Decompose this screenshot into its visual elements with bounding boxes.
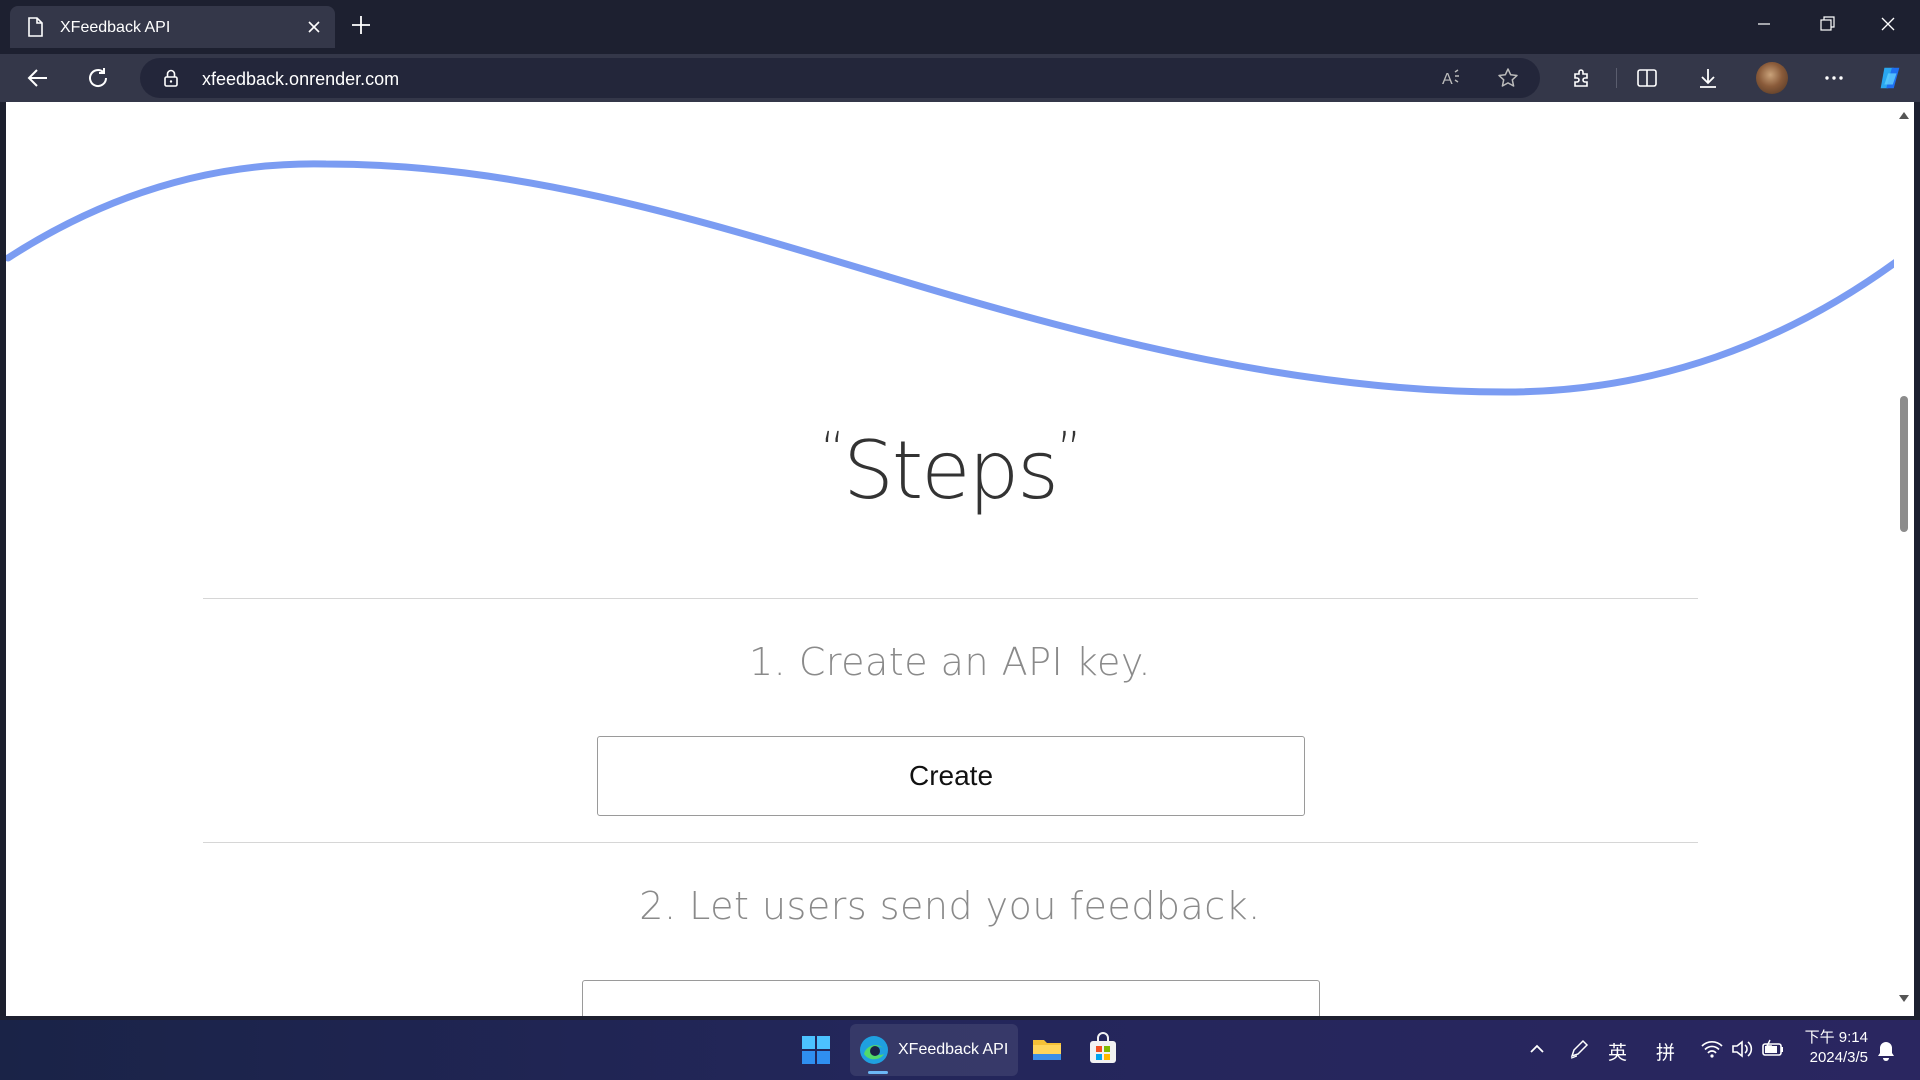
window-frame bbox=[1914, 102, 1920, 1016]
reload-icon[interactable] bbox=[84, 64, 112, 92]
url-text[interactable]: xfeedback.onrender.com bbox=[202, 69, 399, 90]
volume-icon[interactable] bbox=[1730, 1038, 1754, 1060]
browser-toolbar: xfeedback.onrender.com A bbox=[0, 54, 1920, 102]
battery-icon[interactable] bbox=[1760, 1038, 1786, 1060]
page-viewport[interactable]: “Steps” 1. Create an API key. Create 2. … bbox=[6, 102, 1906, 1016]
taskbar: XFeedback API 英 拼 下午 9:14 2024/3/5 bbox=[0, 1020, 1920, 1080]
address-bar[interactable]: xfeedback.onrender.com A bbox=[140, 58, 1540, 98]
puzzle-icon[interactable] bbox=[1568, 64, 1596, 92]
step-2-text: 2. Let users send you feedback. bbox=[639, 884, 1261, 928]
ime-mode[interactable]: 拼 bbox=[1656, 1038, 1675, 1065]
close-icon[interactable] bbox=[303, 16, 325, 38]
step-1-text: 1. Create an API key. bbox=[748, 640, 1151, 684]
back-arrow-icon[interactable] bbox=[24, 64, 52, 92]
scrollbar[interactable] bbox=[1894, 102, 1914, 1016]
tab-title: XFeedback API bbox=[60, 19, 171, 36]
lock-icon[interactable] bbox=[162, 68, 180, 88]
tab-strip: XFeedback API bbox=[0, 0, 1920, 54]
toolbar-divider bbox=[1616, 68, 1617, 88]
folder-icon[interactable] bbox=[1030, 1032, 1064, 1066]
notification-bell-icon[interactable] bbox=[1876, 1040, 1896, 1062]
clock-time: 下午 9:14 bbox=[1804, 1029, 1868, 1046]
read-aloud-icon[interactable]: A bbox=[1440, 66, 1464, 90]
svg-text:A: A bbox=[1442, 71, 1453, 88]
split-screen-icon[interactable] bbox=[1633, 64, 1661, 92]
scroll-up-icon[interactable] bbox=[1898, 110, 1910, 120]
download-icon[interactable] bbox=[1694, 64, 1722, 92]
star-icon[interactable] bbox=[1496, 66, 1520, 90]
plus-icon[interactable] bbox=[348, 12, 374, 38]
close-quote: ” bbox=[1056, 422, 1082, 478]
feedback-input-box[interactable] bbox=[582, 980, 1320, 1016]
divider bbox=[203, 842, 1698, 843]
active-indicator bbox=[868, 1071, 888, 1074]
restore-icon[interactable] bbox=[1817, 14, 1837, 34]
scroll-down-icon[interactable] bbox=[1898, 994, 1910, 1004]
input-language[interactable]: 英 bbox=[1608, 1038, 1627, 1065]
clock-date: 2024/3/5 bbox=[1809, 1049, 1868, 1066]
chevron-up-icon[interactable] bbox=[1528, 1040, 1546, 1058]
taskbar-app-label: XFeedback API bbox=[898, 1041, 1009, 1058]
divider bbox=[203, 598, 1698, 599]
minimize-icon[interactable] bbox=[1754, 14, 1774, 34]
scroll-thumb[interactable] bbox=[1900, 396, 1908, 532]
decorative-wave bbox=[6, 160, 1894, 396]
window-close-icon[interactable] bbox=[1878, 14, 1898, 34]
avatar[interactable] bbox=[1756, 62, 1788, 94]
create-api-key-button[interactable]: Create bbox=[597, 736, 1305, 816]
open-quote: “ bbox=[820, 422, 845, 478]
steps-heading-text: Steps bbox=[843, 424, 1059, 517]
edge-icon bbox=[858, 1034, 890, 1066]
store-icon[interactable] bbox=[1086, 1032, 1120, 1066]
system-clock[interactable]: 下午 9:14 2024/3/5 bbox=[1800, 1028, 1868, 1068]
copilot-icon[interactable] bbox=[1876, 64, 1904, 92]
browser-tab[interactable]: XFeedback API bbox=[10, 6, 335, 48]
taskbar-edge-app[interactable]: XFeedback API bbox=[850, 1024, 1018, 1076]
more-icon[interactable] bbox=[1820, 64, 1848, 92]
page-icon bbox=[26, 17, 44, 37]
wifi-icon[interactable] bbox=[1700, 1038, 1724, 1060]
windows-start-icon[interactable] bbox=[800, 1034, 832, 1066]
page-title: “Steps” bbox=[6, 422, 1894, 517]
pen-icon[interactable] bbox=[1568, 1038, 1590, 1060]
